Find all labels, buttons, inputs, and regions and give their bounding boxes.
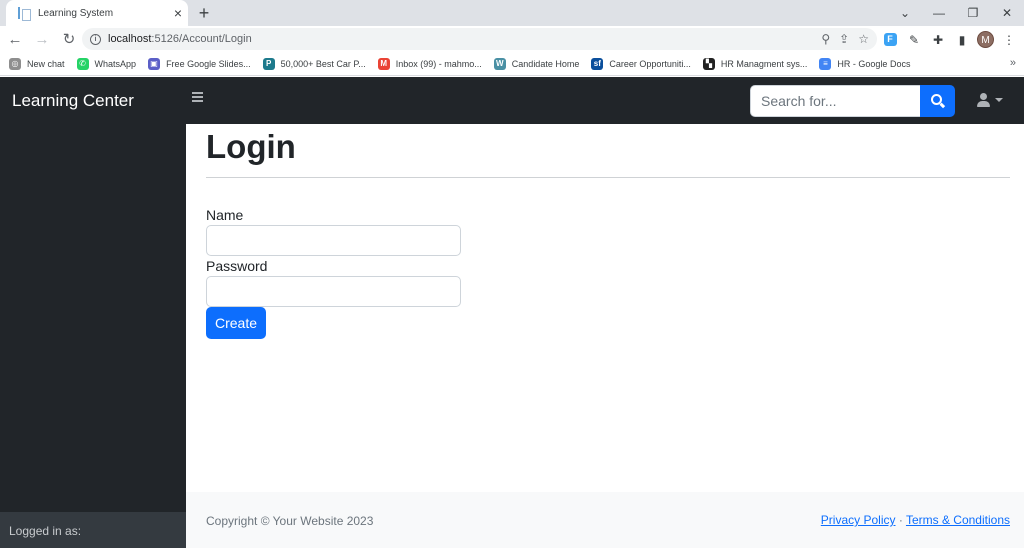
bookmarks-bar: ◎ New chat ✆ WhatsApp ▣ Free Google Slides.…: [0, 53, 1024, 76]
bookmark-favicon-icon: ≡: [819, 58, 832, 70]
search-input[interactable]: [750, 85, 920, 117]
search-form: [750, 85, 955, 117]
bookmark-favicon-icon: ▣: [148, 58, 161, 70]
bookmark-favicon-icon: sf: [591, 58, 604, 70]
site-favicon-icon: [16, 6, 31, 21]
user-dropdown[interactable]: [976, 92, 1008, 110]
bookmark-label: Inbox (99) - mahmo...: [395, 59, 482, 69]
privacy-policy-link[interactable]: Privacy Policy: [821, 513, 896, 527]
bookmark-item[interactable]: M Inbox (99) - mahmo...: [377, 58, 482, 70]
terms-link[interactable]: Terms & Conditions: [906, 513, 1010, 527]
url-path: :5126/Account/Login: [151, 33, 252, 45]
bookmark-label: 50,000+ Best Car P...: [280, 59, 366, 69]
bookmark-favicon-icon: P: [262, 58, 275, 70]
share-icon[interactable]: ⇪: [839, 32, 849, 46]
caret-down-icon: [995, 98, 1003, 102]
footer-separator: ·: [898, 513, 903, 527]
zoom-icon[interactable]: ⚲: [821, 32, 830, 46]
browser-tab-strip: Learning System × + ⌄ — ❐ ✕: [0, 0, 1024, 26]
browser-menu-icon[interactable]: ⋮: [1000, 31, 1018, 49]
bookmark-item[interactable]: W Candidate Home: [493, 58, 580, 70]
sidebar-toggle-icon[interactable]: [192, 92, 204, 106]
browser-toolbar: ← → ↻ i localhost:5126/Account/Login ⚲ ⇪…: [0, 26, 1024, 53]
back-button[interactable]: ←: [3, 28, 27, 52]
search-button[interactable]: [920, 85, 955, 117]
window-controls: ⌄ — ❐ ✕: [888, 0, 1024, 26]
password-input[interactable]: [206, 276, 461, 307]
bookmark-label: HR - Google Docs: [837, 59, 911, 69]
minimize-button[interactable]: —: [922, 0, 956, 26]
extensions-puzzle-icon[interactable]: ✚: [929, 31, 947, 49]
new-tab-button[interactable]: +: [193, 2, 215, 24]
page-title: Login: [206, 128, 296, 165]
side-panel-icon[interactable]: ▮: [953, 31, 971, 49]
user-icon: [980, 93, 987, 100]
address-bar[interactable]: i localhost:5126/Account/Login ⚲ ⇪ ☆: [82, 28, 877, 50]
bookmark-item[interactable]: ▣ Free Google Slides...: [148, 58, 251, 70]
copyright-text: Copyright © Your Website 2023: [206, 514, 374, 528]
name-label: Name: [206, 207, 244, 223]
profile-avatar[interactable]: M: [977, 31, 994, 48]
bookmark-label: HR Managment sys...: [720, 59, 808, 69]
bookmark-item[interactable]: ✆ WhatsApp: [76, 58, 137, 70]
bookmark-item[interactable]: ◎ New chat: [9, 58, 65, 70]
page-footer: Copyright © Your Website 2023 Privacy Po…: [186, 492, 1024, 548]
bookmark-item[interactable]: P 50,000+ Best Car P...: [262, 58, 366, 70]
url-host: localhost: [108, 33, 152, 45]
bookmark-label: Free Google Slides...: [166, 59, 251, 69]
bookmark-item[interactable]: ▚ HR Managment sys...: [702, 58, 808, 70]
restore-button[interactable]: ❐: [956, 0, 990, 26]
bookmark-favicon-icon: ◎: [9, 58, 21, 70]
bookmark-label: Candidate Home: [511, 59, 580, 69]
close-window-button[interactable]: ✕: [990, 0, 1024, 26]
brand-link[interactable]: Learning Center: [12, 77, 134, 124]
tab-search-icon[interactable]: ⌄: [888, 0, 922, 26]
footer-links: Privacy Policy · Terms & Conditions: [821, 513, 1010, 527]
bookmark-favicon-icon: ✆: [76, 58, 89, 70]
close-tab-icon[interactable]: ×: [168, 5, 188, 21]
bookmark-label: WhatsApp: [94, 59, 137, 69]
sidebar-footer: Logged in as:: [0, 512, 186, 548]
bookmark-item[interactable]: ≡ HR - Google Docs: [819, 58, 910, 70]
tab-title: Learning System: [38, 7, 114, 19]
bookmark-item[interactable]: sf Career Opportuniti...: [591, 58, 691, 70]
bookmark-favicon-icon: M: [377, 58, 390, 70]
password-label: Password: [206, 258, 268, 274]
name-input[interactable]: [206, 225, 461, 256]
sidebar: Logged in as:: [0, 124, 186, 548]
main-content: Login Name Password Create: [186, 124, 1024, 492]
site-info-icon[interactable]: i: [90, 33, 101, 45]
extension-pen-icon[interactable]: ✎: [905, 31, 923, 49]
extensions-area: F ✎ ✚ ▮ M ⋮: [881, 26, 1024, 53]
extension-f-icon[interactable]: F: [881, 31, 899, 49]
create-button[interactable]: Create: [206, 307, 266, 339]
title-divider: [206, 177, 1010, 178]
top-navbar: Learning Center: [0, 77, 1024, 124]
bookmark-favicon-icon: ▚: [702, 58, 715, 70]
bookmark-star-icon[interactable]: ☆: [858, 32, 869, 46]
bookmark-favicon-icon: W: [493, 58, 506, 70]
reload-button[interactable]: ↻: [57, 28, 81, 52]
more-bookmarks-icon[interactable]: »: [1010, 57, 1016, 69]
browser-tab[interactable]: Learning System ×: [6, 0, 188, 26]
bookmark-label: New chat: [27, 59, 65, 69]
forward-button[interactable]: →: [30, 28, 54, 52]
bookmark-label: Career Opportuniti...: [609, 59, 691, 69]
